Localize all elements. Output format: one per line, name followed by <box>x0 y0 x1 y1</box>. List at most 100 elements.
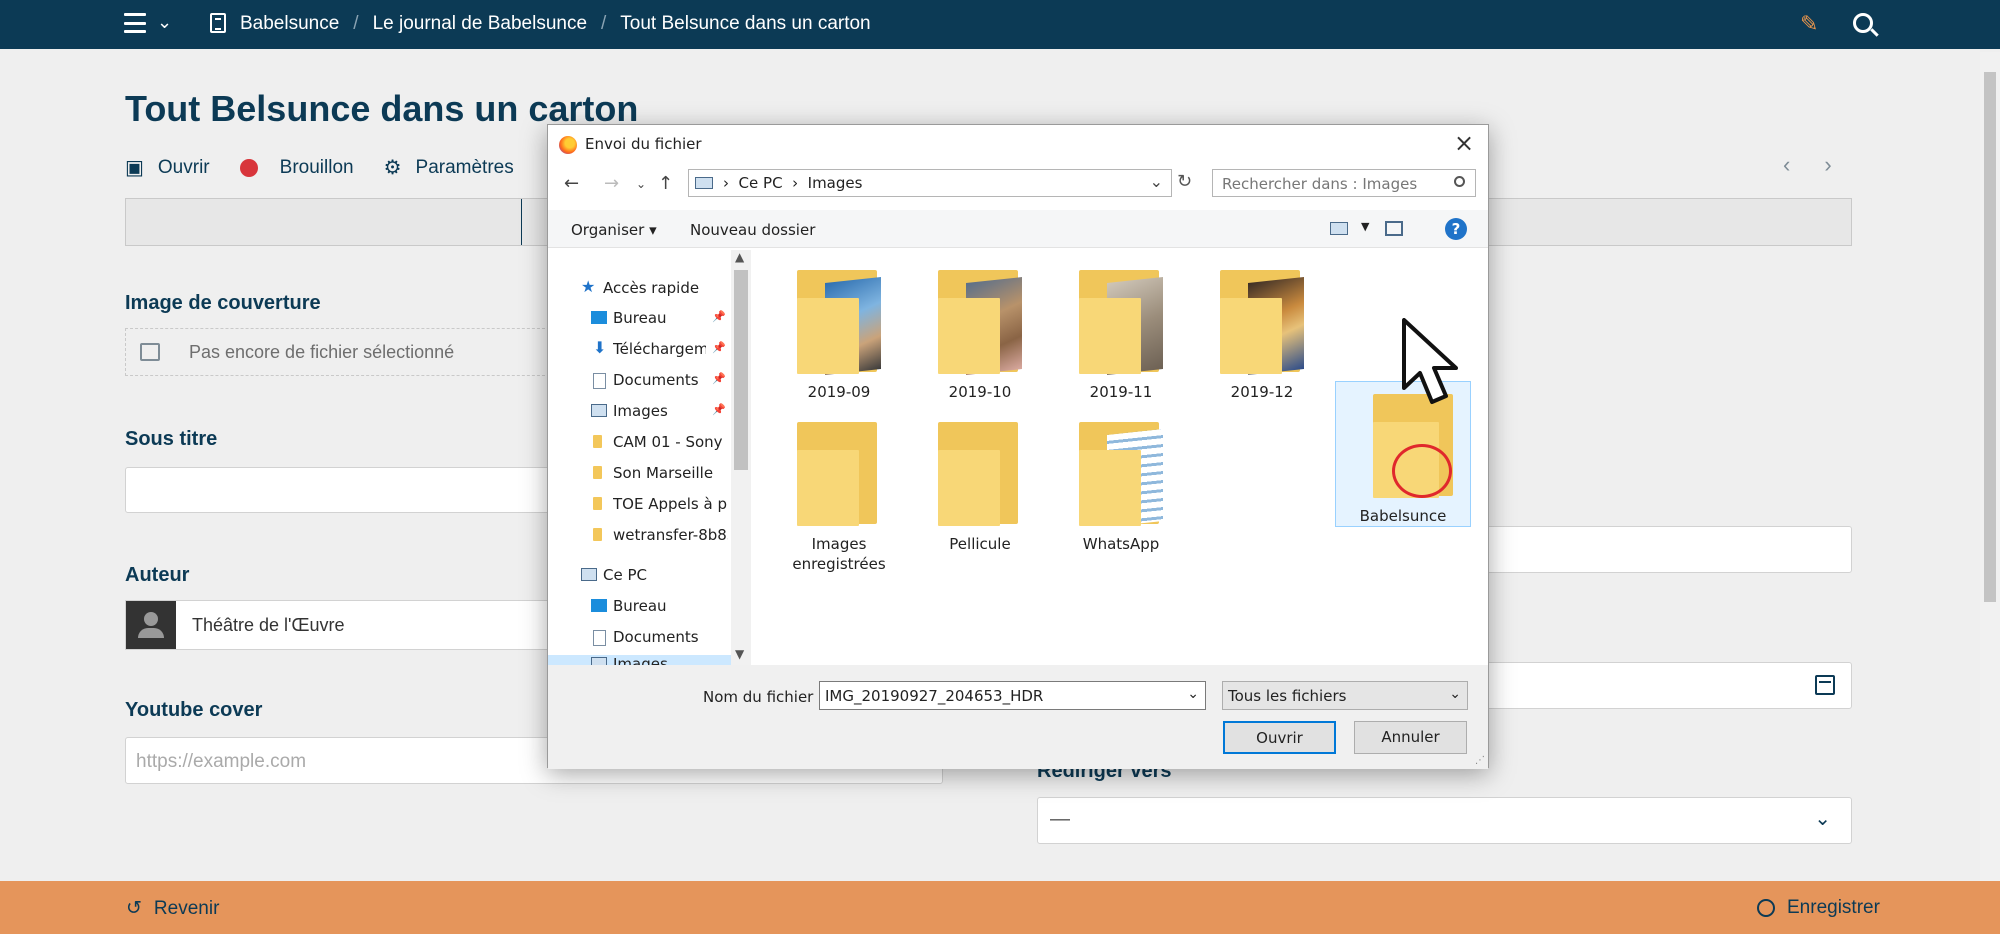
filename-value: IMG_20190927_204653_HDR <box>825 687 1044 705</box>
breadcrumb-item-site[interactable]: Babelsunce <box>240 13 339 35</box>
filetype-value: Tous les fichiers <box>1228 687 1347 705</box>
pin-icon: 📌 <box>712 341 726 354</box>
folder-item-images-enregistrees[interactable]: Images enregistrées <box>771 422 907 574</box>
mouse-cursor-icon <box>1402 318 1458 404</box>
bottom-bar: ↺ Revenir Enregistrer <box>0 881 2000 934</box>
breadcrumb: Babelsunce / Le journal de Babelsunce / … <box>240 13 871 35</box>
redirect-select[interactable]: — ⌄ <box>1037 797 1852 844</box>
view-mode-icon[interactable] <box>1330 222 1348 235</box>
open-button[interactable]: ▣ Ouvrir <box>125 155 210 180</box>
open-icon: ▣ <box>125 157 144 179</box>
documents-icon <box>593 373 606 389</box>
subtitle-input[interactable] <box>125 467 555 513</box>
settings-button[interactable]: ⚙ Paramètres <box>384 155 514 180</box>
path-separator: › <box>792 174 799 192</box>
folder-label: 2019-09 <box>807 383 871 401</box>
folder-item-2019-12[interactable]: 2019-12 <box>1194 270 1330 402</box>
image-icon <box>140 343 160 361</box>
dialog-toolbar: Organiser ▾ Nouveau dossier ▼ ? <box>548 210 1488 248</box>
folder-item-pellicule[interactable]: Pellicule <box>912 422 1048 554</box>
search-icon <box>1454 176 1465 187</box>
back-arrow-icon[interactable]: ← <box>564 173 579 194</box>
resize-grip-icon[interactable]: ⋰ <box>1475 755 1485 766</box>
open-label: Ouvrir <box>157 156 210 178</box>
folder-icon <box>938 422 1022 526</box>
folder-item-2019-09[interactable]: 2019-09 <box>771 270 907 402</box>
pager-arrows[interactable]: ‹› <box>1783 152 1866 178</box>
cover-image-dropzone[interactable]: Pas encore de fichier sélectionné <box>125 328 555 376</box>
forward-arrow-icon[interactable]: → <box>604 173 619 194</box>
folder-icon <box>797 270 881 375</box>
folder-icon <box>1079 422 1163 527</box>
organize-button[interactable]: Organiser ▾ <box>571 221 657 239</box>
dialog-open-button[interactable]: Ouvrir <box>1223 721 1336 754</box>
documents-icon <box>593 630 606 646</box>
action-bar: ▣ Ouvrir Brouillon ⚙ Paramètres <box>125 155 544 180</box>
desktop-icon <box>591 311 607 324</box>
folder-label: Babelsunce <box>1359 507 1447 525</box>
chevron-down-icon: ⌄ <box>1814 808 1831 830</box>
chevron-down-icon: ⌄ <box>1449 686 1461 702</box>
scroll-down-icon[interactable]: ▼ <box>735 647 744 661</box>
breadcrumb-item-article[interactable]: Tout Belsunce dans un carton <box>620 13 870 35</box>
dialog-titlebar: Envoi du fichier × <box>548 125 1488 161</box>
folder-icon <box>1079 270 1163 375</box>
refresh-icon[interactable]: ↻ <box>1177 171 1192 192</box>
dialog-cancel-button[interactable]: Annuler <box>1354 721 1467 754</box>
help-icon[interactable]: ? <box>1445 218 1467 240</box>
folder-item-whatsapp[interactable]: WhatsApp <box>1053 422 1189 554</box>
right-text-input[interactable] <box>1480 526 1852 573</box>
page-scrollbar[interactable] <box>1980 52 2000 881</box>
scroll-thumb[interactable] <box>734 270 748 470</box>
youtube-placeholder: https://example.com <box>136 751 307 772</box>
back-button[interactable]: ↺ Revenir <box>126 897 219 920</box>
save-button[interactable]: Enregistrer <box>1757 897 1880 919</box>
new-folder-button[interactable]: Nouveau dossier <box>690 221 815 239</box>
calendar-icon[interactable] <box>1815 675 1835 695</box>
redirect-value: — <box>1050 808 1070 830</box>
settings-label: Paramètres <box>415 156 514 178</box>
images-icon <box>591 404 607 417</box>
avatar <box>126 601 176 649</box>
preview-pane-icon[interactable] <box>1385 221 1403 236</box>
folder-item-2019-10[interactable]: 2019-10 <box>912 270 1048 402</box>
edit-pencil-icon[interactable]: ✎ <box>1800 11 1818 37</box>
scroll-up-icon[interactable]: ▲ <box>735 250 744 264</box>
chevron-down-icon[interactable]: ⌄ <box>1150 172 1163 191</box>
folder-icon <box>797 422 881 526</box>
draft-label: Brouillon <box>279 156 354 178</box>
folder-icon <box>593 466 602 479</box>
filetype-select[interactable]: Tous les fichiers ⌄ <box>1222 681 1468 710</box>
menu-icon[interactable] <box>124 13 146 33</box>
chevron-down-icon[interactable]: ⌄ <box>157 12 172 33</box>
folder-label: Pellicule <box>949 535 1011 553</box>
gear-icon: ⚙ <box>383 157 402 179</box>
folder-label: WhatsApp <box>1082 535 1160 553</box>
recent-dropdown-icon[interactable]: ⌄ <box>636 177 646 191</box>
chevron-down-icon[interactable]: ⌄ <box>1187 686 1199 702</box>
dialog-search-input[interactable]: Rechercher dans : Images <box>1212 169 1476 197</box>
up-arrow-icon[interactable]: ↑ <box>658 173 673 194</box>
path-item-images[interactable]: Images <box>808 174 863 192</box>
breadcrumb-item-journal[interactable]: Le journal de Babelsunce <box>373 13 587 35</box>
date-input[interactable] <box>1480 662 1852 709</box>
save-label: Enregistrer <box>1787 897 1880 918</box>
filename-input[interactable]: IMG_20190927_204653_HDR ⌄ <box>819 681 1206 710</box>
nav-item-images-pc[interactable]: Images <box>548 655 731 665</box>
top-bar: ⌄ Babelsunce / Le journal de Babelsunce … <box>0 0 2000 49</box>
path-item-pc[interactable]: Ce PC <box>739 174 783 192</box>
nav-pane-scrollbar[interactable]: ▲ ▼ <box>731 250 751 665</box>
address-bar[interactable]: › Ce PC › Images ⌄ <box>688 169 1172 197</box>
close-icon[interactable]: × <box>1454 129 1474 157</box>
search-icon[interactable] <box>1853 13 1873 33</box>
author-select[interactable]: Théâtre de l'Œuvre <box>125 600 555 650</box>
author-name: Théâtre de l'Œuvre <box>192 615 345 635</box>
folder-icon <box>1220 270 1304 375</box>
author-label: Auteur <box>125 564 190 586</box>
filename-label: Nom du fichier : <box>703 688 824 706</box>
view-dropdown-icon[interactable]: ▼ <box>1361 220 1369 233</box>
draft-status-icon <box>239 158 258 177</box>
folder-item-2019-11[interactable]: 2019-11 <box>1053 270 1189 402</box>
navigation-pane: ★ Accès rapide Bureau 📌 ⬇ Téléchargement… <box>548 250 751 665</box>
draft-button[interactable]: Brouillon <box>239 156 354 179</box>
